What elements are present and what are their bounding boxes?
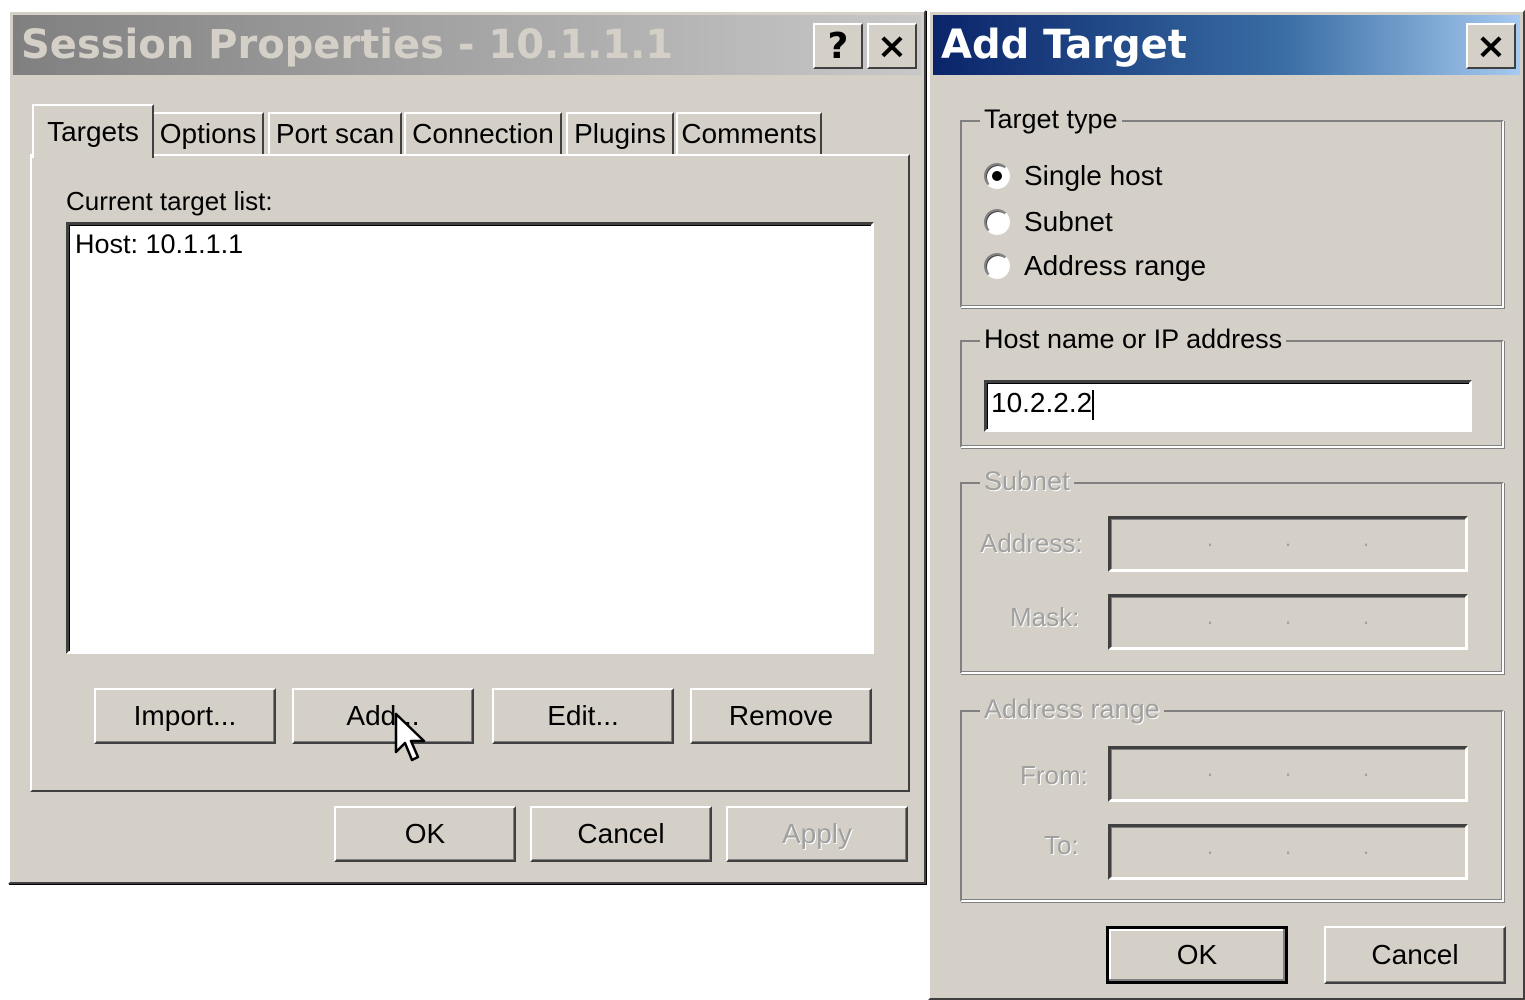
radio-subnet-label: Subnet: [1024, 206, 1113, 237]
session-properties-titlebar[interactable]: Session Properties - 10.1.1.1 ? ×: [13, 15, 921, 75]
host-name-group: Host name or IP address 10.2.2.2: [960, 324, 1504, 448]
address-range-legend: Address range: [980, 694, 1164, 725]
target-listbox[interactable]: Host: 10.1.1.1: [66, 222, 874, 654]
radio-button[interactable]: [984, 253, 1010, 279]
range-from-input[interactable]: · · ·: [1108, 746, 1468, 802]
ip-dot: ·: [1362, 839, 1370, 864]
session-properties-dialog: Session Properties - 10.1.1.1 ? × Target…: [8, 10, 926, 884]
tab-port-scan[interactable]: Port scan: [268, 112, 402, 156]
tab-connection[interactable]: Connection: [404, 112, 562, 156]
add-target-titlebar[interactable]: Add Target ×: [933, 15, 1520, 75]
edit-button[interactable]: Edit...: [492, 688, 674, 744]
ok-button[interactable]: OK: [1106, 926, 1288, 984]
host-name-value: 10.2.2.2: [991, 387, 1093, 418]
ip-dot: ·: [1206, 609, 1214, 634]
radio-button-selected[interactable]: [984, 163, 1010, 189]
add-target-title: Add Target: [941, 22, 1187, 68]
import-button[interactable]: Import...: [94, 688, 276, 744]
subnet-group: Subnet Address: · · · Mask: · · ·: [960, 466, 1504, 674]
session-properties-title: Session Properties - 10.1.1.1: [21, 22, 674, 68]
radio-single-host-label: Single host: [1024, 160, 1163, 191]
mouse-pointer-icon: [394, 712, 426, 762]
subnet-address-label: Address:: [980, 528, 1083, 558]
target-list-item[interactable]: Host: 10.1.1.1: [75, 229, 243, 260]
radio-subnet[interactable]: Subnet: [984, 206, 1113, 238]
tab-options[interactable]: Options: [152, 112, 264, 156]
close-button[interactable]: ×: [867, 23, 917, 69]
subnet-legend: Subnet: [980, 466, 1074, 497]
help-button[interactable]: ?: [813, 23, 863, 69]
radio-dot-icon: [992, 171, 1002, 181]
add-button[interactable]: Add...: [292, 688, 474, 744]
range-from-label: From:: [1020, 760, 1088, 790]
radio-address-range-label: Address range: [1024, 250, 1207, 281]
close-button[interactable]: ×: [1466, 23, 1516, 69]
ip-dot: ·: [1206, 761, 1214, 786]
ip-dot: ·: [1284, 761, 1292, 786]
subnet-mask-label: Mask:: [1010, 602, 1080, 632]
remove-button[interactable]: Remove: [690, 688, 872, 744]
ip-dot: ·: [1284, 609, 1292, 634]
ip-dot: ·: [1362, 761, 1370, 786]
range-to-input[interactable]: · · ·: [1108, 824, 1468, 880]
tab-plugins[interactable]: Plugins: [566, 112, 674, 156]
range-to-label: To:: [1044, 830, 1079, 860]
ip-dot: ·: [1206, 531, 1214, 556]
cancel-button[interactable]: Cancel: [530, 806, 712, 862]
ip-dot: ·: [1362, 609, 1370, 634]
ip-dot: ·: [1362, 531, 1370, 556]
targets-tab-panel: Current target list: Host: 10.1.1.1 Impo…: [30, 154, 910, 792]
subnet-mask-input[interactable]: · · ·: [1108, 594, 1468, 650]
address-range-group: Address range From: · · · To: · · ·: [960, 694, 1504, 902]
target-type-group: Target type Single host Subnet Address r…: [960, 104, 1504, 308]
tab-comments[interactable]: Comments: [676, 112, 822, 156]
ip-dot: ·: [1206, 839, 1214, 864]
current-target-list-label: Current target list:: [66, 186, 273, 216]
ip-dot: ·: [1284, 839, 1292, 864]
host-name-input[interactable]: 10.2.2.2: [984, 380, 1472, 432]
text-caret: [1092, 389, 1095, 420]
add-target-dialog: Add Target × Target type Single host Sub…: [928, 10, 1525, 1000]
radio-address-range[interactable]: Address range: [984, 250, 1206, 282]
apply-button[interactable]: Apply: [726, 806, 908, 862]
subnet-address-input[interactable]: · · ·: [1108, 516, 1468, 572]
target-type-legend: Target type: [980, 104, 1122, 135]
ip-dot: ·: [1284, 531, 1292, 556]
host-name-legend: Host name or IP address: [980, 324, 1287, 355]
cancel-button[interactable]: Cancel: [1324, 926, 1506, 984]
radio-button[interactable]: [984, 209, 1010, 235]
radio-single-host[interactable]: Single host: [984, 160, 1163, 192]
ok-button[interactable]: OK: [334, 806, 516, 862]
tab-targets[interactable]: Targets: [32, 104, 154, 158]
